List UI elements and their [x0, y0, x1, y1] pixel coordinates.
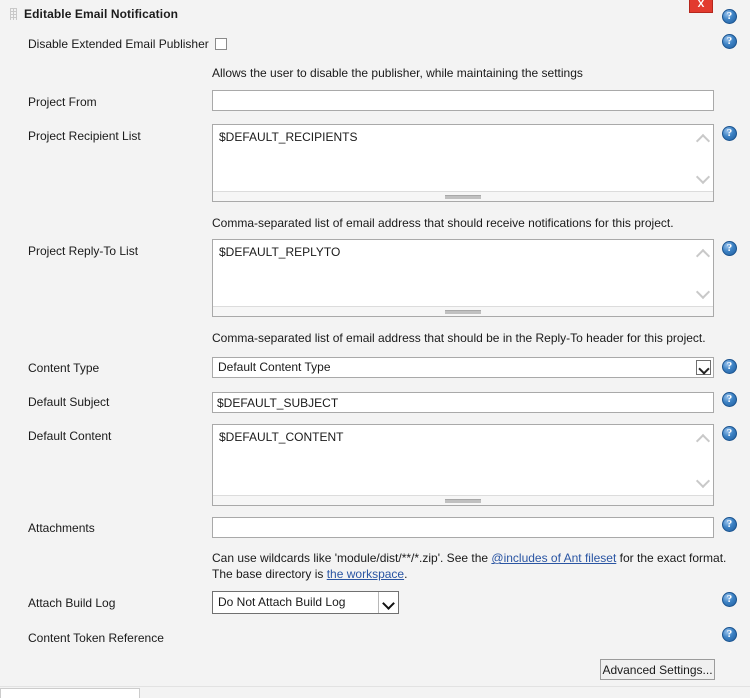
- label-project-reply-to-list: Project Reply-To List: [28, 244, 139, 258]
- help-icon-default-subject[interactable]: [722, 392, 737, 407]
- help-icon-attachments[interactable]: [722, 517, 737, 532]
- label-attach-build-log: Attach Build Log: [28, 596, 116, 610]
- select-content-type[interactable]: Default Content Type: [212, 357, 714, 378]
- hint-attachments-line1-post: for the exact format.: [616, 551, 727, 565]
- help-icon-disable-publisher[interactable]: [722, 34, 737, 49]
- hint-attachments-line2-post: .: [404, 567, 408, 581]
- scroll-down-icon-default-content[interactable]: [696, 476, 709, 489]
- bottom-partial-field[interactable]: [0, 688, 140, 698]
- help-icon-panel[interactable]: [722, 9, 737, 24]
- close-button[interactable]: X: [689, 0, 713, 13]
- label-attachments: Attachments: [28, 521, 95, 535]
- textarea-project-reply-to-list[interactable]: $DEFAULT_REPLYTO: [212, 239, 714, 317]
- select-content-type-value: Default Content Type: [218, 360, 331, 374]
- label-content-type: Content Type: [28, 361, 100, 375]
- editable-email-notification-panel: Editable Email Notification X Disable Ex…: [0, 0, 750, 698]
- chevron-down-icon-content-type[interactable]: [696, 360, 711, 375]
- hint-disable-publisher: Allows the user to disable the publisher…: [212, 66, 583, 80]
- help-icon-project-recipient-list[interactable]: [722, 126, 737, 141]
- label-content-token-reference: Content Token Reference: [28, 631, 164, 645]
- label-default-content: Default Content: [28, 429, 112, 443]
- scroll-up-icon-default-content[interactable]: [696, 433, 709, 446]
- hint-project-recipient-list: Comma-separated list of email address th…: [212, 216, 674, 230]
- select-attach-build-log[interactable]: Do Not Attach Build Log: [212, 591, 399, 614]
- label-project-recipient-list: Project Recipient List: [28, 129, 141, 143]
- hint-attachments-line2-pre: The base directory is: [212, 567, 327, 581]
- input-attachments[interactable]: [212, 517, 714, 538]
- advanced-settings-button[interactable]: Advanced Settings...: [600, 659, 715, 680]
- textarea-default-content-value: $DEFAULT_CONTENT: [219, 430, 344, 444]
- label-default-subject: Default Subject: [28, 395, 110, 409]
- chevron-down-icon-attach-build-log[interactable]: [378, 592, 398, 613]
- resize-grip-recipient-list[interactable]: [213, 191, 713, 201]
- page-title: Editable Email Notification: [24, 7, 179, 21]
- hint-attachments-line2: The base directory is the workspace.: [212, 567, 407, 581]
- label-project-from: Project From: [28, 95, 97, 109]
- hint-attachments-line1-pre: Can use wildcards like 'module/dist/**/*…: [212, 551, 492, 565]
- scroll-down-icon-reply-to-list[interactable]: [696, 287, 709, 300]
- select-attach-build-log-value: Do Not Attach Build Log: [218, 595, 346, 609]
- hint-project-reply-to-list: Comma-separated list of email address th…: [212, 331, 706, 345]
- link-ant-fileset[interactable]: @includes of Ant fileset: [491, 551, 616, 565]
- input-project-from[interactable]: [212, 90, 714, 111]
- textarea-project-recipient-list-value: $DEFAULT_RECIPIENTS: [219, 130, 358, 144]
- checkbox-disable-publisher[interactable]: [215, 38, 227, 50]
- textarea-project-reply-to-list-value: $DEFAULT_REPLYTO: [219, 245, 341, 259]
- help-icon-default-content[interactable]: [722, 426, 737, 441]
- link-the-workspace[interactable]: the workspace: [327, 567, 404, 581]
- help-icon-content-type[interactable]: [722, 359, 737, 374]
- help-icon-content-token-reference[interactable]: [722, 627, 737, 642]
- textarea-default-content[interactable]: $DEFAULT_CONTENT: [212, 424, 714, 506]
- bottom-divider: [0, 686, 750, 687]
- label-disable-publisher: Disable Extended Email Publisher: [28, 37, 209, 51]
- textarea-project-recipient-list[interactable]: $DEFAULT_RECIPIENTS: [212, 124, 714, 202]
- resize-grip-default-content[interactable]: [213, 495, 713, 505]
- drag-handle-icon[interactable]: [10, 8, 17, 20]
- input-default-subject[interactable]: [212, 392, 714, 413]
- scroll-up-icon-reply-to-list[interactable]: [696, 248, 709, 261]
- help-icon-attach-build-log[interactable]: [722, 592, 737, 607]
- panel-titlebar: Editable Email Notification X: [0, 0, 750, 28]
- help-icon-project-reply-to-list[interactable]: [722, 241, 737, 256]
- scroll-up-icon-recipient-list[interactable]: [696, 133, 709, 146]
- resize-grip-reply-to-list[interactable]: [213, 306, 713, 316]
- scroll-down-icon-recipient-list[interactable]: [696, 172, 709, 185]
- hint-attachments-line1: Can use wildcards like 'module/dist/**/*…: [212, 551, 726, 565]
